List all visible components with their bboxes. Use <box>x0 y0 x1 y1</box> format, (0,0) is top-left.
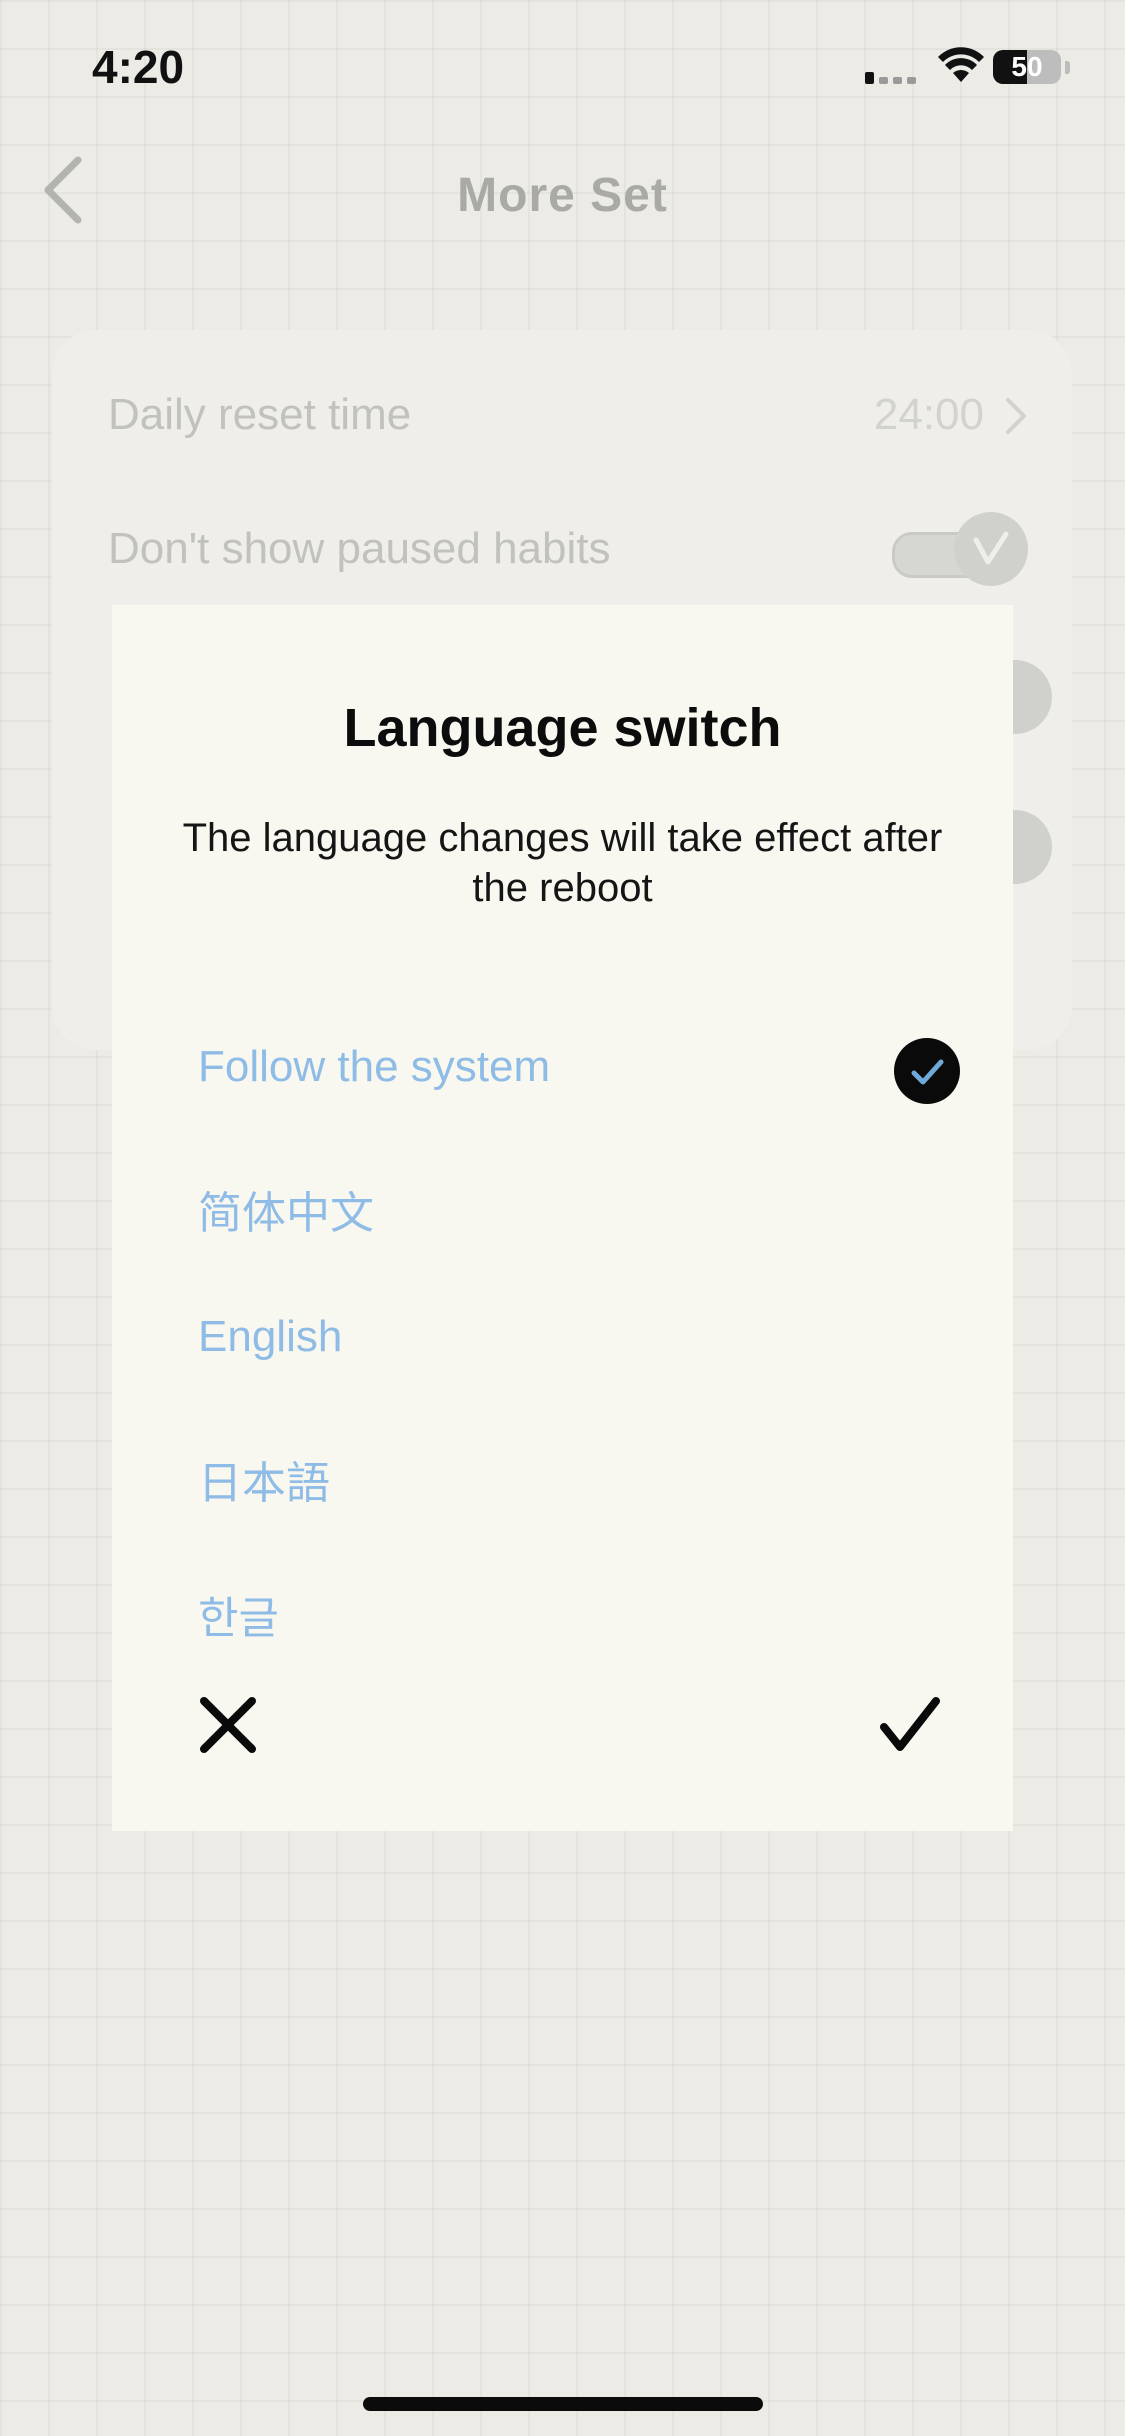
status-time: 4:20 <box>92 41 185 93</box>
selected-check-icon <box>894 1038 960 1104</box>
language-option-label: 简体中文 <box>198 1189 374 1238</box>
close-icon[interactable] <box>188 1685 268 1765</box>
dialog-title: Language switch <box>343 698 782 758</box>
language-option-follow-system[interactable]: Follow the system <box>198 1020 960 1120</box>
language-option-korean[interactable]: 한글 <box>198 1560 938 1660</box>
paused-habits-toggle[interactable] <box>892 512 1028 586</box>
language-switch-dialog: Language switch The language changes wil… <box>112 605 1013 1831</box>
toggle-check-icon <box>973 531 1009 565</box>
language-option-label: 한글 <box>198 1594 279 1643</box>
dialog-description: The language changes will take effect af… <box>182 816 943 910</box>
daily-reset-time-value: 24:00 <box>873 390 984 439</box>
cellular-signal-icon <box>865 66 921 84</box>
page-title: More Set <box>457 169 668 222</box>
daily-reset-time-label: Daily reset time <box>108 390 412 439</box>
language-option-english[interactable]: English <box>198 1290 938 1390</box>
toggle-knob <box>954 512 1028 586</box>
language-option-japanese[interactable]: 日本語 <box>198 1425 938 1525</box>
home-indicator[interactable] <box>363 2397 763 2411</box>
paused-habits-row: Don't show paused habits <box>108 508 1028 588</box>
battery-icon: 50 <box>993 50 1061 84</box>
language-option-simplified-chinese[interactable]: 简体中文 <box>198 1155 938 1255</box>
battery-cap <box>1065 61 1070 74</box>
language-option-label: 日本語 <box>198 1459 330 1508</box>
paused-habits-label: Don't show paused habits <box>108 524 611 573</box>
battery-percentage: 50 <box>1011 51 1043 82</box>
wifi-icon <box>938 47 984 82</box>
status-bar: 4:20 50 <box>0 0 1125 130</box>
checkmark-icon[interactable] <box>870 1685 950 1765</box>
language-option-label: Follow the system <box>198 1042 551 1091</box>
language-option-label: English <box>198 1312 343 1361</box>
chevron-right-icon <box>1006 398 1026 434</box>
daily-reset-time-row[interactable]: Daily reset time 24:00 <box>108 374 1028 454</box>
